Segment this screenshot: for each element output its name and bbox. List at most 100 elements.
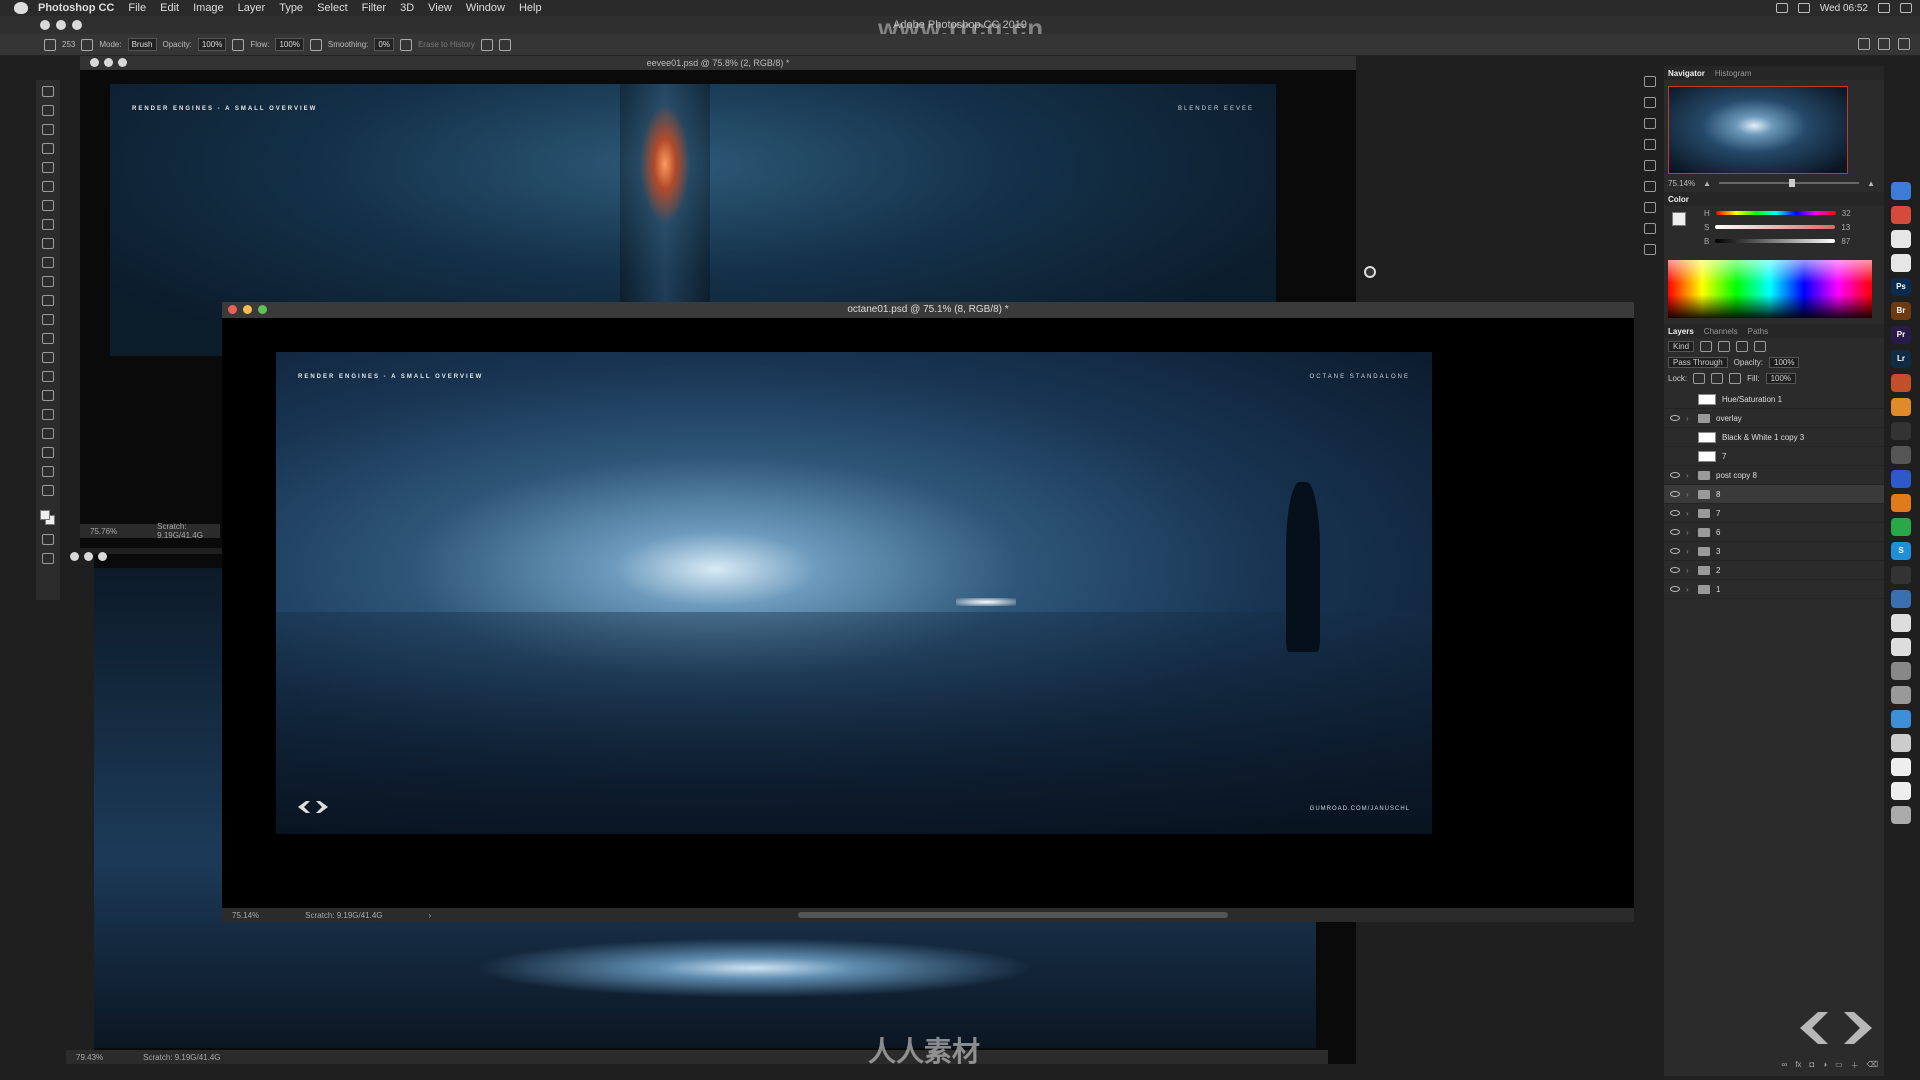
dock-app-icon[interactable] bbox=[1891, 686, 1911, 704]
visibility-eye-icon[interactable] bbox=[1670, 567, 1680, 573]
dock-app-icon[interactable] bbox=[1891, 758, 1911, 776]
expand-caret-icon[interactable]: › bbox=[1686, 414, 1692, 423]
menu-type[interactable]: Type bbox=[279, 2, 303, 14]
layer-row[interactable]: › 2 bbox=[1664, 561, 1884, 580]
visibility-eye-icon[interactable] bbox=[1670, 453, 1680, 459]
tab-channels[interactable]: Channels bbox=[1704, 327, 1738, 336]
menu-view[interactable]: View bbox=[428, 2, 452, 14]
dock-app-icon[interactable] bbox=[1891, 638, 1911, 656]
filter-shape-icon[interactable] bbox=[1754, 340, 1767, 352]
foreground-color-swatch[interactable] bbox=[1672, 212, 1686, 226]
healing-tool-icon[interactable] bbox=[42, 219, 54, 230]
zoom-doc-button[interactable] bbox=[118, 58, 127, 67]
tab-color[interactable]: Color bbox=[1668, 195, 1689, 204]
expand-caret-icon[interactable]: › bbox=[1686, 547, 1692, 556]
dock-app-icon[interactable] bbox=[1891, 422, 1911, 440]
layer-name[interactable]: 3 bbox=[1716, 547, 1720, 556]
layer-fill-field[interactable]: 100% bbox=[1765, 372, 1797, 384]
history-brush-tool-icon[interactable] bbox=[42, 276, 54, 287]
lock-all-icon[interactable] bbox=[1729, 372, 1742, 384]
layer-row[interactable]: › 1 bbox=[1664, 580, 1884, 599]
delete-layer-icon[interactable]: ⌫ bbox=[1867, 1060, 1878, 1074]
color-swatches[interactable] bbox=[40, 510, 56, 526]
layer-name[interactable]: overlay bbox=[1716, 414, 1742, 423]
zoom-doc-button[interactable] bbox=[258, 305, 267, 314]
menu-layer[interactable]: Layer bbox=[238, 2, 266, 14]
dock-app-icon[interactable]: S bbox=[1891, 542, 1911, 560]
layer-kind-filter[interactable]: Kind bbox=[1668, 340, 1695, 352]
minimize-doc-button[interactable] bbox=[104, 58, 113, 67]
status-arrow-icon[interactable]: › bbox=[429, 911, 432, 920]
properties-icon[interactable] bbox=[1644, 244, 1656, 255]
dock-app-icon[interactable] bbox=[1891, 230, 1911, 248]
blur-tool-icon[interactable] bbox=[42, 333, 54, 344]
visibility-eye-icon[interactable] bbox=[1670, 529, 1680, 535]
add-mask-icon[interactable]: ◘ bbox=[1809, 1060, 1814, 1074]
quick-mask-icon[interactable] bbox=[42, 534, 54, 545]
dock-app-icon[interactable] bbox=[1891, 782, 1911, 800]
gradient-tool-icon[interactable] bbox=[42, 314, 54, 325]
menu-list-icon[interactable] bbox=[1900, 3, 1912, 13]
filter-adjust-icon[interactable] bbox=[1718, 340, 1731, 352]
actions-play-icon[interactable] bbox=[1644, 97, 1656, 108]
dodge-tool-icon[interactable] bbox=[42, 352, 54, 363]
zoom-field[interactable]: 75.76% bbox=[90, 527, 117, 536]
lock-pixels-icon[interactable] bbox=[1693, 372, 1706, 384]
zoom-doc-button[interactable] bbox=[98, 552, 107, 561]
path-selection-tool-icon[interactable] bbox=[42, 409, 54, 420]
close-doc-button[interactable] bbox=[90, 58, 99, 67]
lock-position-icon[interactable] bbox=[1711, 372, 1724, 384]
more-tools-icon[interactable] bbox=[42, 485, 54, 496]
close-doc-button[interactable] bbox=[70, 552, 79, 561]
dock-app-icon[interactable] bbox=[1891, 254, 1911, 272]
wifi-icon[interactable] bbox=[1775, 3, 1788, 13]
symmetry-icon[interactable] bbox=[498, 38, 511, 51]
layer-name[interactable]: Hue/Saturation 1 bbox=[1722, 395, 1782, 404]
adjustment-layer-icon[interactable]: ◑ bbox=[1822, 1060, 1827, 1074]
layer-row[interactable]: › 6 bbox=[1664, 523, 1884, 542]
saturation-slider[interactable] bbox=[1715, 225, 1836, 229]
link-layers-icon[interactable]: ∞ bbox=[1782, 1060, 1788, 1074]
menu-edit[interactable]: Edit bbox=[160, 2, 179, 14]
dock-app-icon[interactable] bbox=[1891, 374, 1911, 392]
share-icon[interactable] bbox=[1898, 38, 1910, 50]
character-panel-icon[interactable] bbox=[1644, 160, 1656, 171]
eyedropper-tool-icon[interactable] bbox=[42, 200, 54, 211]
layer-name[interactable]: 1 bbox=[1716, 585, 1720, 594]
layer-style-icon[interactable]: fx bbox=[1795, 1060, 1801, 1074]
dock-app-icon[interactable] bbox=[1891, 590, 1911, 608]
zoom-tool-icon[interactable] bbox=[42, 466, 54, 477]
visibility-eye-icon[interactable] bbox=[1670, 586, 1680, 592]
apple-icon[interactable] bbox=[14, 2, 28, 14]
dock-app-icon[interactable] bbox=[1891, 446, 1911, 464]
layer-row[interactable]: Black & White 1 copy 3 bbox=[1664, 428, 1884, 447]
eraser-tool-icon[interactable] bbox=[44, 38, 56, 51]
minimize-doc-button[interactable] bbox=[84, 552, 93, 561]
dock-app-icon[interactable] bbox=[1891, 470, 1911, 488]
hue-value[interactable]: 32 bbox=[1842, 209, 1851, 218]
paragraph-panel-icon[interactable] bbox=[1644, 181, 1656, 192]
zoom-field[interactable]: 75.14% bbox=[232, 911, 259, 920]
minimize-doc-button[interactable] bbox=[243, 305, 252, 314]
menu-file[interactable]: File bbox=[128, 2, 146, 14]
foreground-color-swatch[interactable] bbox=[40, 510, 50, 520]
dock-app-icon[interactable] bbox=[1891, 614, 1911, 632]
layer-row[interactable]: › overlay bbox=[1664, 409, 1884, 428]
zoom-slider-knob[interactable] bbox=[1789, 179, 1796, 187]
zoom-out-icon[interactable]: ▲ bbox=[1703, 179, 1711, 188]
expand-caret-icon[interactable]: › bbox=[1686, 471, 1692, 480]
clock[interactable]: Wed 06:52 bbox=[1820, 3, 1868, 14]
layer-row[interactable]: › 7 bbox=[1664, 504, 1884, 523]
color-spectrum[interactable] bbox=[1668, 260, 1872, 318]
app-menu[interactable]: Photoshop CC bbox=[38, 2, 114, 14]
dock-app-icon[interactable] bbox=[1891, 518, 1911, 536]
tab-paths[interactable]: Paths bbox=[1748, 327, 1768, 336]
canvas-octane[interactable]: RENDER ENGINES - A SMALL OVERVIEW OCTANE… bbox=[276, 352, 1432, 834]
saturation-value[interactable]: 13 bbox=[1841, 223, 1850, 232]
expand-caret-icon[interactable]: › bbox=[1686, 566, 1692, 575]
filter-pixel-icon[interactable] bbox=[1700, 340, 1713, 352]
zoom-field[interactable]: 79.43% bbox=[76, 1053, 103, 1062]
dock-app-icon[interactable] bbox=[1891, 734, 1911, 752]
crop-tool-icon[interactable] bbox=[42, 162, 54, 173]
dock-app-icon[interactable] bbox=[1891, 494, 1911, 512]
